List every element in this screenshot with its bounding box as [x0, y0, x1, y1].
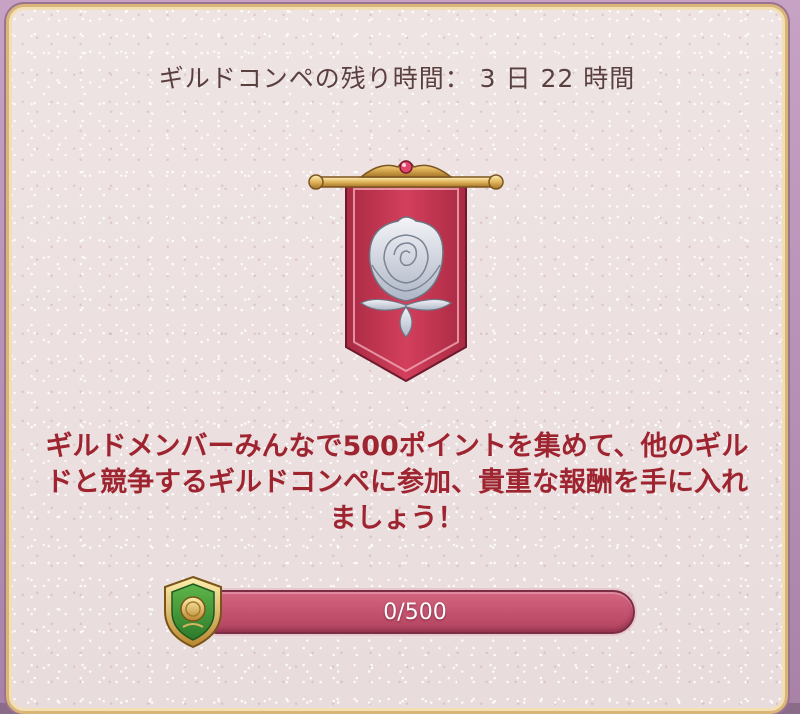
points-progress: 0/500: [161, 575, 641, 651]
shield-coin-icon: [161, 575, 225, 649]
competition-timer: ギルドコンペの残り時間： 3 日 22 時間: [158, 64, 636, 93]
guild-competition-panel: ギルドコンペの残り時間： 3 日 22 時間 ギルドメンバーみんなで500ポイン…: [6, 4, 788, 714]
progress-label: 0/500: [383, 600, 447, 625]
dialog-frame: ギルドコンペの残り時間： 3 日 22 時間 ギルドメンバーみんなで500ポイン…: [0, 0, 800, 714]
progress-bar: 0/500: [195, 590, 635, 634]
competition-description: ギルドメンバーみんなで500ポイントを集めて、他のギルドと競争するギルドコンペに…: [45, 431, 749, 534]
rose-banner-icon: [306, 155, 506, 387]
